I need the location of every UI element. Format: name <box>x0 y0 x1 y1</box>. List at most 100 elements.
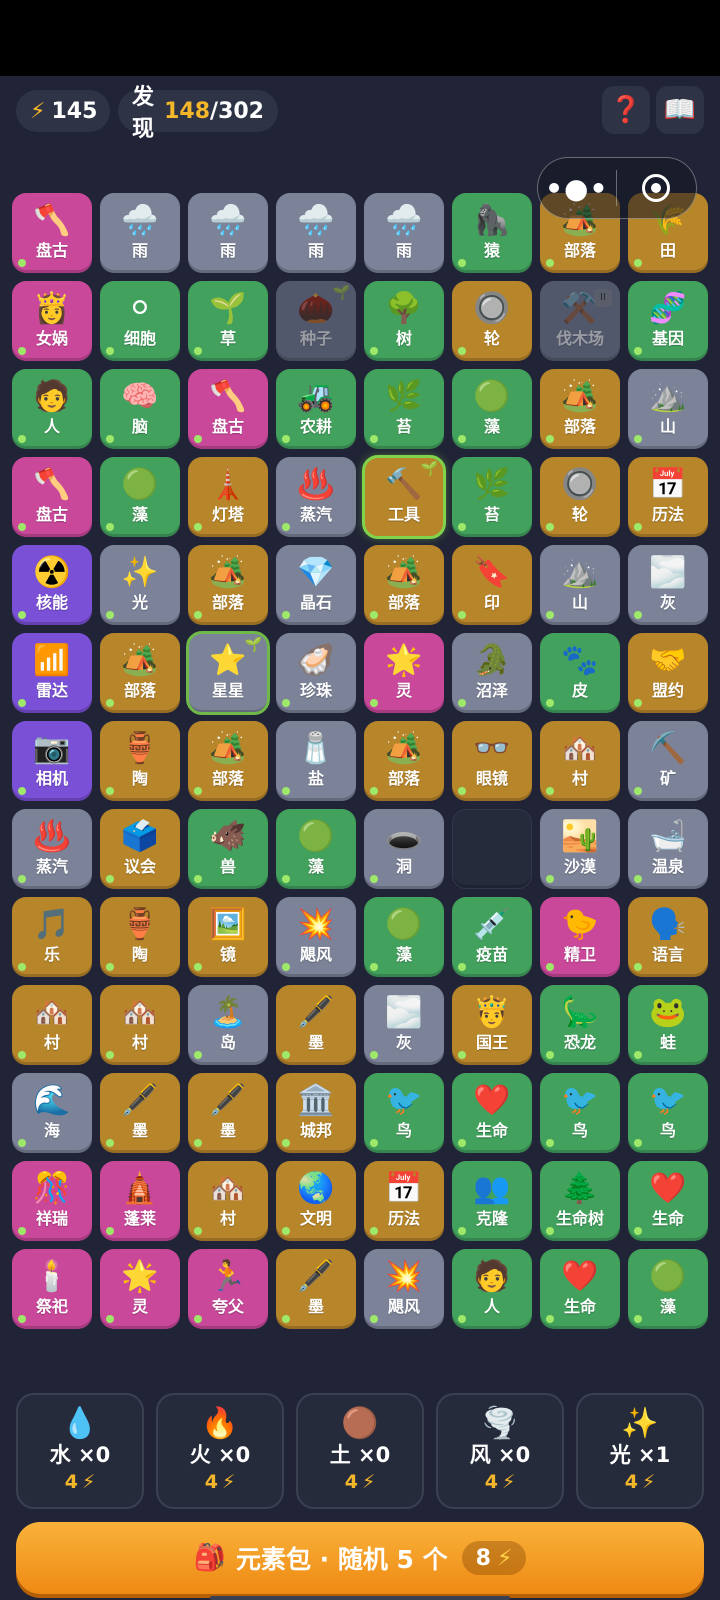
element-tile[interactable]: 🪓 盘古 <box>12 193 92 273</box>
element-tile[interactable]: 🏕️ 部落 <box>540 369 620 449</box>
element-tile[interactable]: 🌰 种子 🌱 <box>276 281 356 361</box>
element-tile[interactable]: 🪓 盘古 <box>188 369 268 449</box>
element-tile[interactable]: 🏛️ 城邦 <box>276 1073 356 1153</box>
element-tile[interactable]: 🐊 沼泽 <box>452 633 532 713</box>
element-tile[interactable]: 🖋️ 墨 <box>276 985 356 1065</box>
element-tile[interactable]: ❤️ 生命 <box>452 1073 532 1153</box>
element-tile[interactable]: 🖋️ 墨 <box>276 1249 356 1329</box>
element-tile[interactable]: 🏕️ 部落 <box>364 545 444 625</box>
element-tile[interactable]: 🧂 盐 <box>276 721 356 801</box>
element-tile[interactable]: 🗼 灯塔 <box>188 457 268 537</box>
element-tile[interactable]: 🦪 珍珠 <box>276 633 356 713</box>
element-tile[interactable]: 🚜 农耕 <box>276 369 356 449</box>
element-tile[interactable]: 🌟 灵 <box>100 1249 180 1329</box>
element-tile[interactable]: 💥 飓风 <box>364 1249 444 1329</box>
element-tile[interactable]: 🌧️ 雨 <box>364 193 444 273</box>
element-tile[interactable]: 🐦 鸟 <box>364 1073 444 1153</box>
element-tile[interactable]: 👸 女娲 <box>12 281 92 361</box>
element-tile[interactable]: 🏘️ 村 <box>12 985 92 1065</box>
element-tile[interactable]: 🏺 陶 <box>100 721 180 801</box>
element-tile[interactable]: 🟢 藻 <box>364 897 444 977</box>
element-tile[interactable]: 📶 雷达 <box>12 633 92 713</box>
element-tile[interactable]: ♨️ 蒸汽 <box>276 457 356 537</box>
element-tile[interactable]: ⚪ 细胞 <box>100 281 180 361</box>
element-tile[interactable]: 🟢 藻 <box>100 457 180 537</box>
element-tile[interactable]: ❤️ 生命 <box>540 1249 620 1329</box>
element-tile[interactable]: 💥 飓风 <box>276 897 356 977</box>
element-tile[interactable]: 🤝 盟约 <box>628 633 708 713</box>
element-tile[interactable]: 🐸 蛙 <box>628 985 708 1065</box>
element-tile[interactable]: 🤴 国王 <box>452 985 532 1065</box>
element-tile[interactable]: ♨️ 蒸汽 <box>12 809 92 889</box>
element-pack-button[interactable]: 🎒 元素包 · 随机 5 个 8 ⚡ <box>16 1522 704 1594</box>
element-tile[interactable]: 🏕️ 部落 <box>364 721 444 801</box>
element-tile[interactable]: 🏕️ 部落 <box>188 721 268 801</box>
element-tile[interactable]: ☢️ 核能 <box>12 545 92 625</box>
element-tile[interactable]: 🌿 苔 <box>452 457 532 537</box>
element-tile[interactable]: 🐦 鸟 <box>628 1073 708 1153</box>
element-tile[interactable]: 🧑 人 <box>12 369 92 449</box>
element-tile[interactable]: 🐾 皮 <box>540 633 620 713</box>
element-tile[interactable]: 🏃 夸父 <box>188 1249 268 1329</box>
element-tile[interactable]: 🦍 猿 <box>452 193 532 273</box>
element-tile[interactable]: 🗳️ 议会 <box>100 809 180 889</box>
element-tile[interactable]: 📅 历法 <box>364 1161 444 1241</box>
element-tile[interactable]: 🌧️ 雨 <box>188 193 268 273</box>
element-tile[interactable]: 🐤 精卫 <box>540 897 620 977</box>
element-tile[interactable]: 🏘️ 村 <box>100 985 180 1065</box>
element-tile[interactable]: 🏝️ 岛 <box>188 985 268 1065</box>
element-tile[interactable]: 🏘️ 村 <box>188 1161 268 1241</box>
element-tile[interactable]: 🌳 树 <box>364 281 444 361</box>
element-tile[interactable]: 🔖 印 <box>452 545 532 625</box>
element-tile[interactable]: ⭐ 星星 🌱 <box>186 631 270 715</box>
element-tile[interactable]: 👥 克隆 <box>452 1161 532 1241</box>
element-tile[interactable]: 🪓 盘古 <box>12 457 92 537</box>
element-tile[interactable]: 🌟 灵 <box>364 633 444 713</box>
element-tile[interactable]: ⛰️ 山 <box>628 369 708 449</box>
buy-element-button[interactable]: 🔥 火 ×0 4 ⚡ <box>156 1393 284 1509</box>
element-tile[interactable]: 🟢 藻 <box>452 369 532 449</box>
buy-element-button[interactable]: 🌪️ 风 ×0 4 ⚡ <box>436 1393 564 1509</box>
element-tile[interactable]: 🧠 脑 <box>100 369 180 449</box>
element-tile[interactable]: 🕯️ 祭祀 <box>12 1249 92 1329</box>
element-tile[interactable]: 🌊 海 <box>12 1073 92 1153</box>
element-tile[interactable]: 🎵 乐 <box>12 897 92 977</box>
element-tile[interactable]: ⛰️ 山 <box>540 545 620 625</box>
close-miniprogram-button[interactable] <box>617 174 697 202</box>
element-tile[interactable]: 🛁 温泉 <box>628 809 708 889</box>
element-tile[interactable]: 🏜️ 沙漠 <box>540 809 620 889</box>
element-tile[interactable]: 🔨 工具 🌱 <box>362 455 446 539</box>
element-tile[interactable]: 🌧️ 雨 <box>100 193 180 273</box>
element-tile[interactable]: 🌲 生命树 <box>540 1161 620 1241</box>
buy-element-button[interactable]: ✨ 光 ×1 4 ⚡ <box>576 1393 704 1509</box>
element-tile[interactable]: 🟢 藻 <box>276 809 356 889</box>
element-tile[interactable]: 🎊 祥瑞 <box>12 1161 92 1241</box>
element-tile[interactable]: 🌱 草 <box>188 281 268 361</box>
element-tile[interactable]: 🕳️ 洞 <box>364 809 444 889</box>
element-tile[interactable]: 🌫️ 灰 <box>628 545 708 625</box>
encyclopedia-button[interactable]: 📖 <box>656 86 704 134</box>
element-tile[interactable]: 🔘 轮 <box>452 281 532 361</box>
element-tile[interactable]: 🧬 基因 <box>628 281 708 361</box>
element-tile[interactable]: 💉 疫苗 <box>452 897 532 977</box>
element-tile[interactable]: 💎 晶石 <box>276 545 356 625</box>
element-tile[interactable]: 🖼️ 镜 <box>188 897 268 977</box>
element-tile[interactable]: 🏘️ 村 <box>540 721 620 801</box>
element-tile[interactable]: ❤️ 生命 <box>628 1161 708 1241</box>
element-tile[interactable]: 🟢 藻 <box>628 1249 708 1329</box>
element-tile[interactable]: ⛏️ 矿 <box>628 721 708 801</box>
element-tile[interactable]: 🌿 苔 <box>364 369 444 449</box>
element-tile[interactable]: 🏕️ 部落 <box>100 633 180 713</box>
element-tile[interactable]: 📅 历法 <box>628 457 708 537</box>
element-tile[interactable]: 🌏 文明 <box>276 1161 356 1241</box>
element-tile[interactable]: 🏕️ 部落 <box>188 545 268 625</box>
more-menu-button[interactable]: •●• <box>538 172 616 205</box>
element-tile[interactable]: ⚒️ 伐木场 II <box>540 281 620 361</box>
element-tile[interactable]: 🛕 蓬莱 <box>100 1161 180 1241</box>
element-tile[interactable]: 🧑 人 <box>452 1249 532 1329</box>
element-tile[interactable]: 🐗 兽 <box>188 809 268 889</box>
element-tile[interactable]: 🔘 轮 <box>540 457 620 537</box>
element-tile[interactable]: 🐦 鸟 <box>540 1073 620 1153</box>
buy-element-button[interactable]: 🟤 土 ×0 4 ⚡ <box>296 1393 424 1509</box>
element-tile[interactable]: 🗣️ 语言 <box>628 897 708 977</box>
